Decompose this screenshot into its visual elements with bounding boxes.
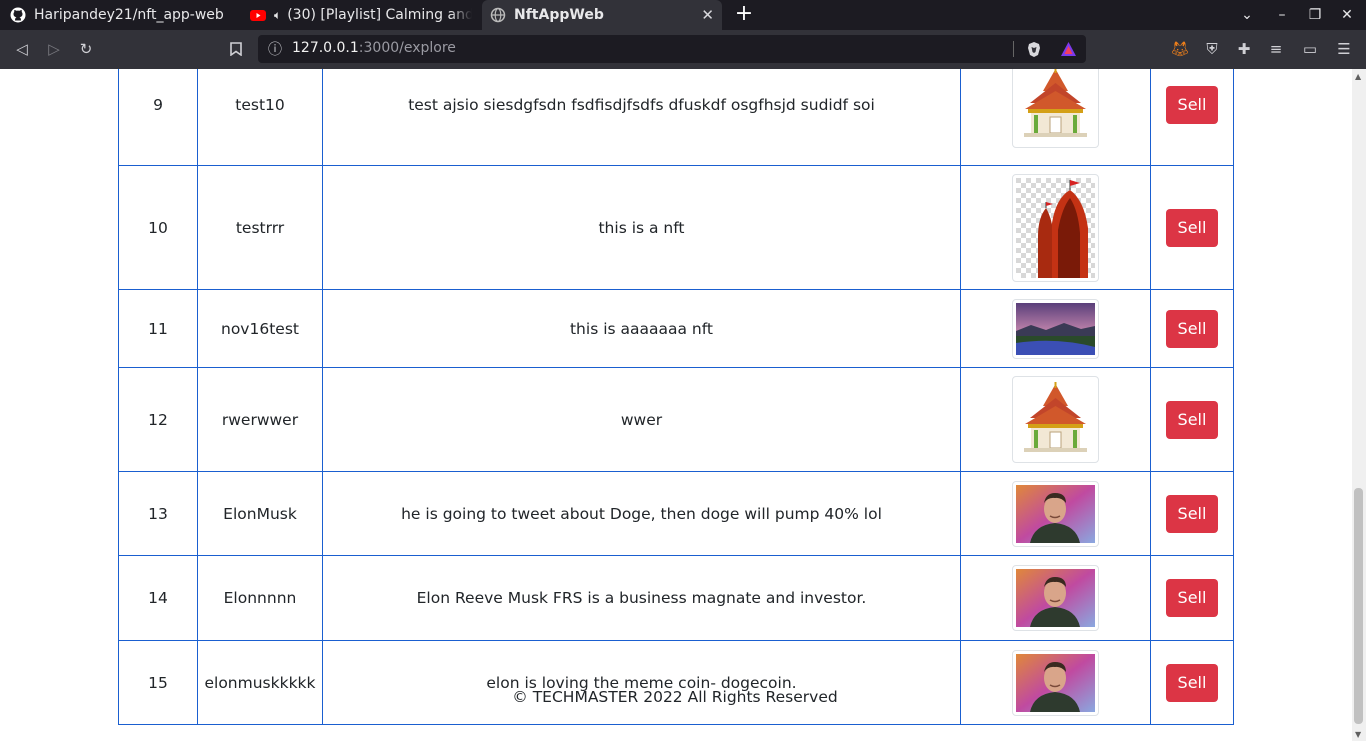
metamask-fox-icon[interactable]: 🦊︎ xyxy=(1170,39,1190,59)
table-row: 9 test10 test ajsio siesdgfsdn fsdfisdjf… xyxy=(118,69,1234,166)
row-name: rwerwwer xyxy=(197,367,323,472)
globe-icon xyxy=(490,7,506,23)
table-row: 15 elonmuskkkkk elon is loving the meme … xyxy=(118,640,1234,725)
scroll-up-arrow-icon[interactable]: ▲ xyxy=(1355,72,1361,81)
menu-icon[interactable]: ☰ xyxy=(1334,39,1354,59)
url-path: :3000/explore xyxy=(358,40,456,56)
new-tab-button[interactable]: + xyxy=(734,3,754,26)
url-divider xyxy=(1013,41,1014,57)
audio-playing-icon[interactable]: 🔈︎ xyxy=(274,8,281,23)
minimize-icon[interactable]: – xyxy=(1272,6,1292,24)
brave-lion-icon[interactable] xyxy=(1026,41,1042,58)
nft-image[interactable] xyxy=(1012,376,1099,463)
temple-image xyxy=(1016,69,1095,144)
shield-icon[interactable]: ⛨ xyxy=(1202,39,1222,59)
sell-button[interactable]: Sell xyxy=(1166,494,1218,533)
portrait-image xyxy=(1016,653,1095,712)
portrait-image xyxy=(1016,484,1095,543)
row-description: wwer xyxy=(322,367,961,472)
row-description: he is going to tweet about Doge, then do… xyxy=(322,471,961,556)
table-row: 10 testrrr this is a nft Sell xyxy=(118,165,1234,290)
nft-image[interactable] xyxy=(1012,173,1099,282)
brave-rewards-icon[interactable] xyxy=(1060,41,1077,57)
row-description: Elon Reeve Musk FRS is a business magnat… xyxy=(322,555,961,641)
portrait-image xyxy=(1016,569,1095,627)
row-id: 10 xyxy=(118,165,198,290)
row-description: elon is loving the meme coin- dogecoin. xyxy=(322,640,961,725)
row-name: test10 xyxy=(197,69,323,166)
back-icon[interactable]: ◁ xyxy=(12,39,32,59)
youtube-icon xyxy=(250,10,266,21)
row-id: 13 xyxy=(118,471,198,556)
row-name: ElonMusk xyxy=(197,471,323,556)
tab-bar: Haripandey21/nft_app-web 🔈︎ (30) [Playli… xyxy=(0,0,1366,30)
tab-list-chevron-icon[interactable]: ⌄ xyxy=(1237,6,1257,24)
url-host: 127.0.0.1 xyxy=(292,40,359,56)
sell-button[interactable]: Sell xyxy=(1166,309,1218,348)
forward-icon[interactable]: ▷ xyxy=(44,39,64,59)
row-description: this is aaaaaaa nft xyxy=(322,289,961,368)
wallet-icon[interactable]: ▭ xyxy=(1300,39,1320,59)
scroll-down-arrow-icon[interactable]: ▼ xyxy=(1355,730,1361,739)
scrollbar-thumb[interactable] xyxy=(1354,488,1363,724)
landscape-image xyxy=(1016,302,1095,355)
table-row: 14 Elonnnnn Elon Reeve Musk FRS is a bus… xyxy=(118,555,1234,641)
nft-image[interactable] xyxy=(1012,649,1099,716)
close-window-icon[interactable]: ✕ xyxy=(1337,6,1357,24)
row-id: 14 xyxy=(118,555,198,641)
table-row: 12 rwerwwer wwer Sell xyxy=(118,367,1234,472)
nft-image[interactable] xyxy=(1012,69,1099,148)
playlist-icon[interactable]: ≡ xyxy=(1266,39,1286,59)
bookmark-icon[interactable] xyxy=(226,39,246,59)
row-id: 9 xyxy=(118,69,198,166)
github-icon xyxy=(10,7,26,23)
sell-button[interactable]: Sell xyxy=(1166,85,1218,124)
sell-button[interactable]: Sell xyxy=(1166,208,1218,247)
close-tab-icon[interactable]: ✕ xyxy=(701,7,714,23)
tab-label: NftAppWeb xyxy=(514,7,604,23)
nft-image[interactable] xyxy=(1012,565,1099,631)
tab-label: (30) [Playlist] Calming and Relaxing xyxy=(287,7,472,23)
tab-fade xyxy=(450,0,472,30)
row-description: this is a nft xyxy=(322,165,961,290)
sell-button[interactable]: Sell xyxy=(1166,663,1218,702)
page-viewport: 9 test10 test ajsio siesdgfsdn fsdfisdjf… xyxy=(0,69,1352,741)
sell-button[interactable]: Sell xyxy=(1166,579,1218,617)
tab-nftappweb[interactable]: NftAppWeb ✕ xyxy=(482,0,722,30)
nft-image[interactable] xyxy=(1012,298,1099,359)
site-info-icon[interactable]: ⓘ xyxy=(268,39,282,59)
row-name: Elonnnnn xyxy=(197,555,323,641)
row-name: nov16test xyxy=(197,289,323,368)
sell-button[interactable]: Sell xyxy=(1166,400,1218,439)
maximize-icon[interactable]: ❐ xyxy=(1305,6,1325,24)
tab-github[interactable]: Haripandey21/nft_app-web xyxy=(10,0,236,30)
nft-table: 9 test10 test ajsio siesdgfsdn fsdfisdjf… xyxy=(118,69,1234,725)
extensions-puzzle-icon[interactable]: ✚ xyxy=(1234,39,1254,59)
tab-youtube[interactable]: 🔈︎ (30) [Playlist] Calming and Relaxing xyxy=(250,0,472,30)
row-name: elonmuskkkkk xyxy=(197,640,323,725)
row-id: 12 xyxy=(118,367,198,472)
row-id: 15 xyxy=(118,640,198,725)
url-text[interactable]: 127.0.0.1:3000/explore xyxy=(292,40,456,56)
address-bar[interactable]: ⓘ 127.0.0.1:3000/explore xyxy=(258,35,1086,63)
footer-copyright: © TECHMASTER 2022 All Rights Reserved xyxy=(512,688,838,706)
reload-icon[interactable]: ↻ xyxy=(76,39,96,59)
row-id: 11 xyxy=(118,289,198,368)
table-row: 11 nov16test this is aaaaaaa nft Sell xyxy=(118,289,1234,368)
temple-image xyxy=(1016,380,1095,459)
table-row: 13 ElonMusk he is going to tweet about D… xyxy=(118,471,1234,556)
red-temple-image xyxy=(1016,177,1095,278)
row-description: test ajsio siesdgfsdn fsdfisdjfsdfs dfus… xyxy=(322,69,961,166)
tab-label: Haripandey21/nft_app-web xyxy=(34,7,224,23)
row-name: testrrr xyxy=(197,165,323,290)
nft-image[interactable] xyxy=(1012,480,1099,547)
